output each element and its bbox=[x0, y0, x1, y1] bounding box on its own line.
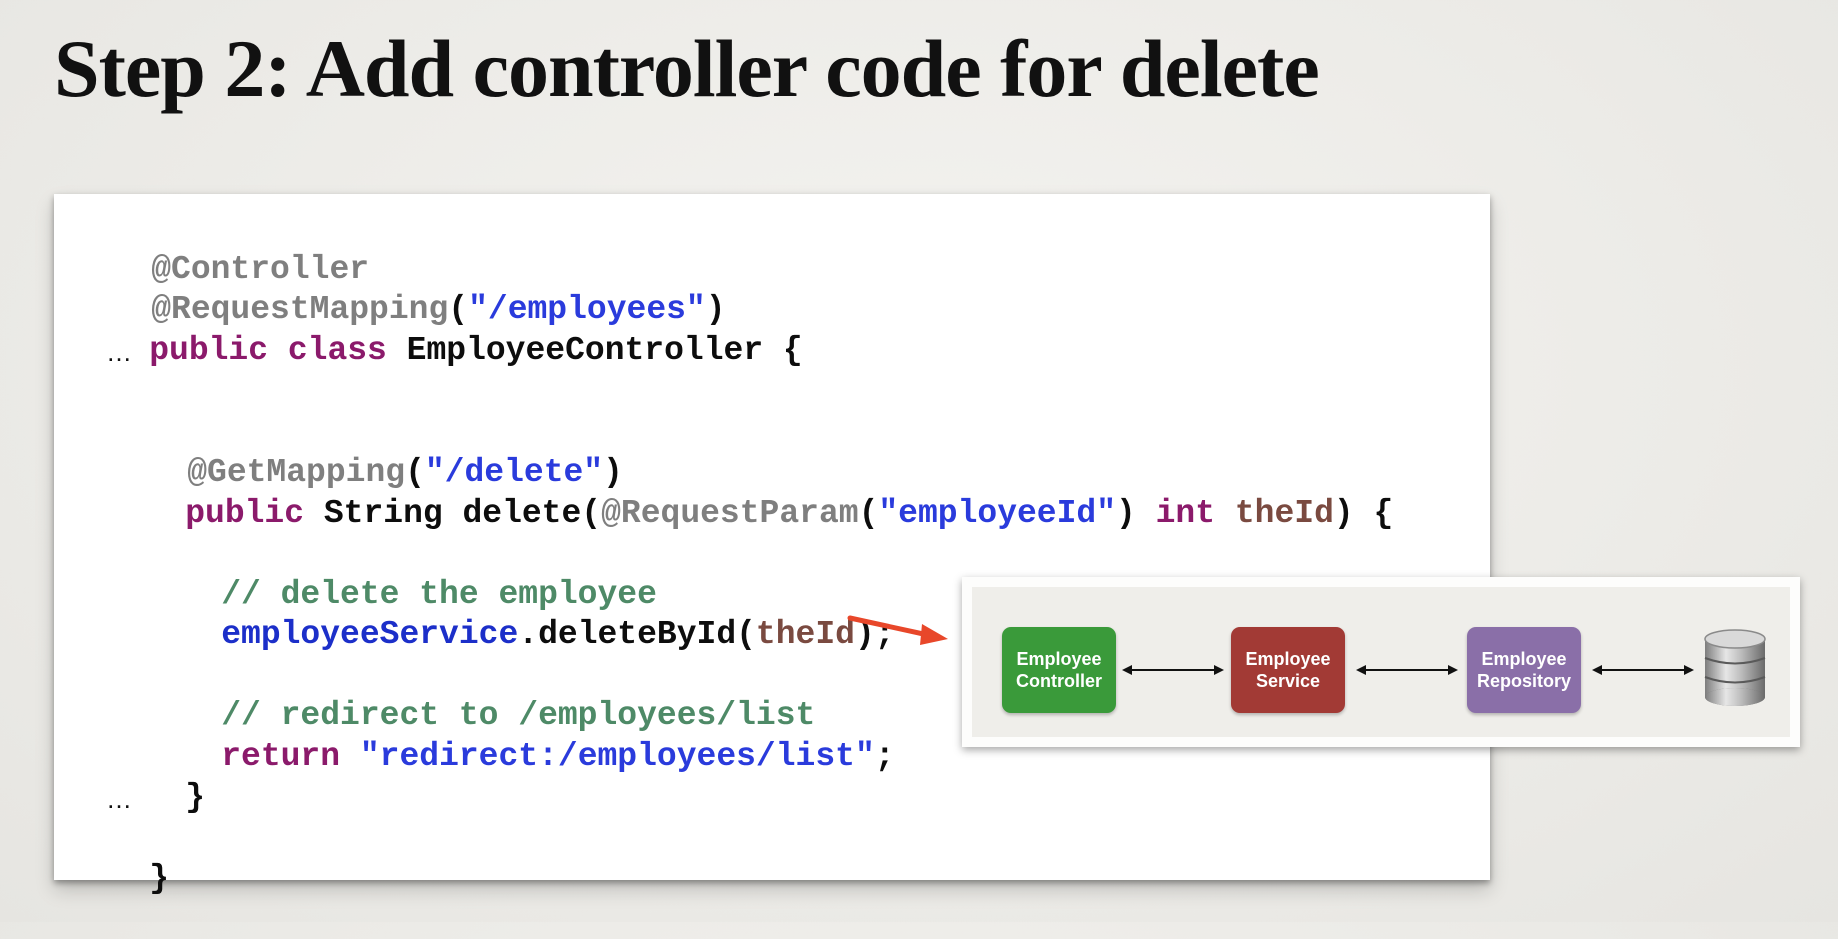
keyword: public bbox=[185, 495, 305, 532]
architecture-diagram: Employee Controller Employee Service Emp… bbox=[962, 577, 1800, 747]
string-literal: "employeeId" bbox=[878, 495, 1117, 532]
semicolon: ; bbox=[874, 738, 895, 775]
pointer-arrow-icon bbox=[847, 615, 948, 645]
double-arrow-icon bbox=[1356, 665, 1458, 675]
keyword: return bbox=[221, 738, 341, 775]
code-panel: @Controller @RequestMapping("/employees"… bbox=[54, 194, 1490, 897]
code-ellipsis: … bbox=[106, 784, 132, 814]
double-arrow-icon bbox=[1122, 665, 1224, 675]
diagram-background: Employee Controller Employee Service Emp… bbox=[972, 587, 1790, 737]
double-arrow-icon bbox=[1592, 665, 1694, 675]
keyword: public class bbox=[149, 332, 387, 369]
box-label-line2: Service bbox=[1255, 671, 1321, 691]
paren: ) bbox=[1116, 495, 1156, 532]
paren-brace: ) { bbox=[1333, 495, 1394, 532]
field-name: employeeService bbox=[221, 616, 519, 653]
database-icon bbox=[1704, 629, 1766, 706]
box-label-line2: Repository bbox=[1476, 671, 1572, 691]
paren: ( bbox=[858, 495, 879, 532]
keyword: int bbox=[1155, 495, 1216, 532]
annotation-request-param: @RequestParam bbox=[601, 495, 859, 532]
method-name: String delete( bbox=[304, 495, 602, 532]
box-label-line1: Employee bbox=[1245, 649, 1331, 669]
slide-title: Step 2: Add controller code for delete bbox=[54, 23, 1320, 114]
box-label-line2: Controller bbox=[1015, 671, 1102, 691]
code-line-return: return "redirect:/employees/list"; bbox=[142, 697, 895, 817]
employee-repository-box: Employee Repository bbox=[1467, 627, 1581, 713]
string-literal: "redirect:/employees/list" bbox=[359, 738, 875, 775]
box-label-line1: Employee bbox=[1016, 649, 1102, 669]
code-ellipsis: … bbox=[106, 337, 132, 367]
class-name: EmployeeController { bbox=[386, 332, 803, 369]
closing-brace: } bbox=[149, 860, 170, 897]
method-call: .deleteById( bbox=[518, 616, 756, 653]
box-label-line1: Employee bbox=[1481, 649, 1567, 669]
employee-controller-box: Employee Controller bbox=[1002, 627, 1116, 713]
parameter-name: theId bbox=[1234, 495, 1334, 532]
code-line-class-declaration: public class EmployeeController { bbox=[70, 291, 803, 411]
employee-service-box: Employee Service bbox=[1231, 627, 1345, 713]
closing-brace: } bbox=[185, 779, 206, 816]
code-line-class-close: } bbox=[70, 819, 169, 939]
